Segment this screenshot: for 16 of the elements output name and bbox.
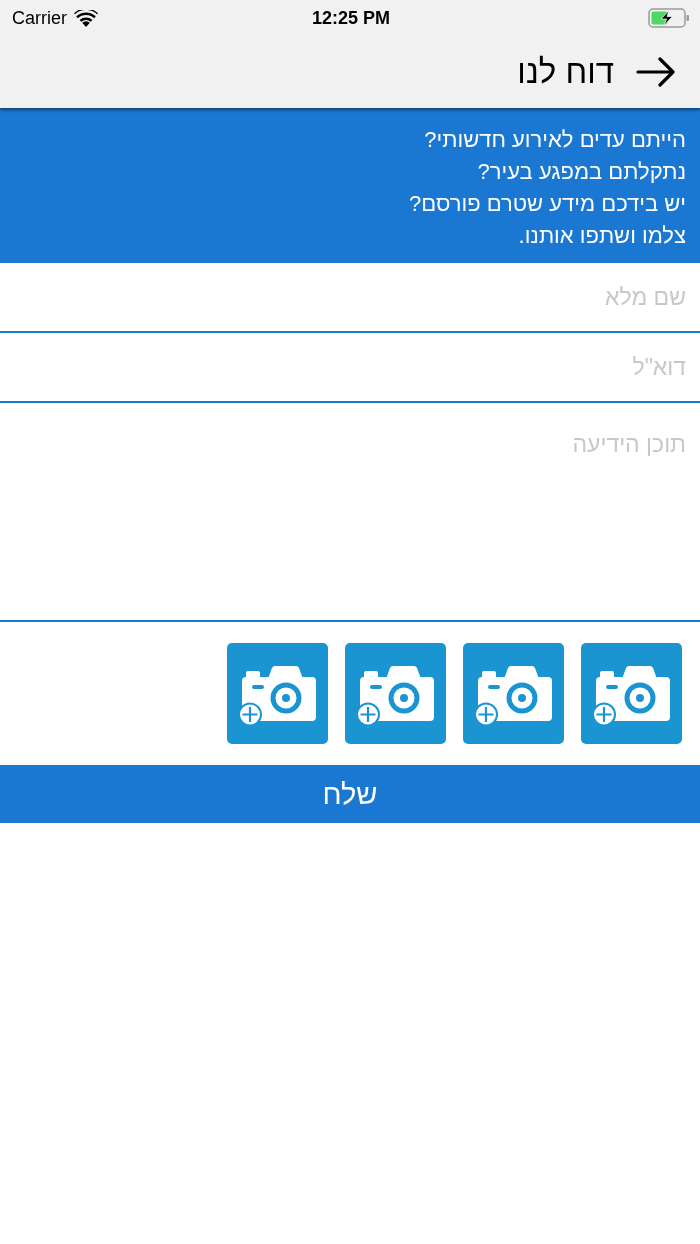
add-photo-button[interactable]	[581, 643, 682, 744]
camera-plus-icon	[237, 664, 318, 727]
add-photo-button[interactable]	[345, 643, 446, 744]
add-photo-button[interactable]	[227, 643, 328, 744]
right-arrow-icon	[636, 57, 676, 87]
screen-title: דוח לנו	[517, 53, 614, 91]
camera-plus-icon	[355, 664, 436, 727]
camera-plus-icon	[473, 664, 554, 727]
camera-plus-icon	[591, 664, 672, 727]
back-arrow-button[interactable]	[636, 57, 676, 87]
send-button[interactable]: שלח	[0, 765, 700, 823]
carrier-name: Carrier	[12, 7, 67, 29]
status-time: 12:25 PM	[311, 7, 390, 29]
add-photo-button[interactable]	[463, 643, 564, 744]
intro-text: הייתם עדים לאירוע חדשותי? נתקלתם במפגע בעיר? יש בידכם מידע שטרם פורסם? צלמו ושתפו אותנו.	[408, 126, 686, 250]
wifi-icon	[74, 9, 98, 27]
